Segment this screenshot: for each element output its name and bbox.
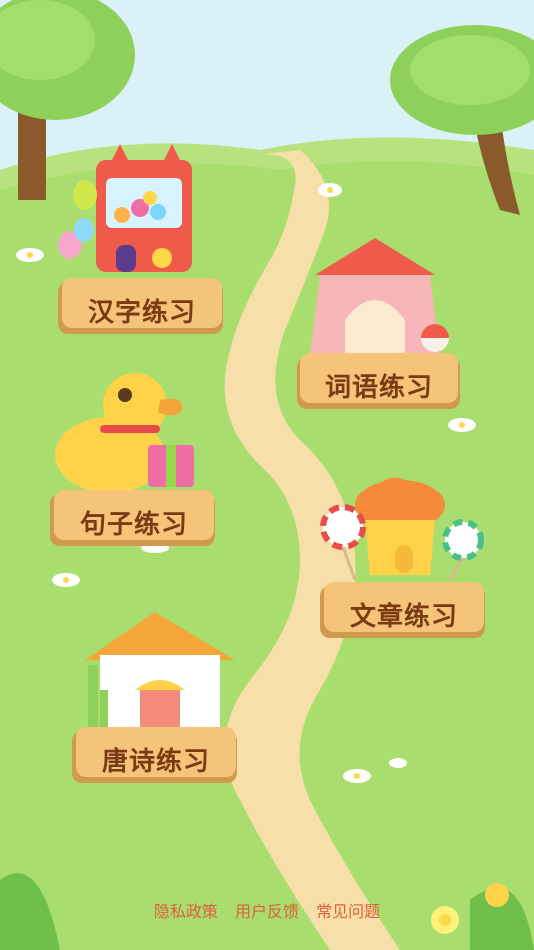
menu-wenzhang-practice[interactable]: 文章练习 — [324, 582, 484, 632]
menu-label: 唐诗练习 — [101, 747, 210, 777]
footer-links: 隐私政策 用户反馈 常见问题 — [0, 898, 534, 922]
app-screen: 汉字练习 词语练习 句子练习 文章练习 唐诗练习 隐私政策 用户反馈 常见问题 — [0, 0, 534, 950]
user-feedback-link[interactable]: 用户反馈 — [235, 902, 299, 921]
privacy-policy-link[interactable]: 隐私政策 — [154, 902, 218, 921]
menu-label: 句子练习 — [79, 510, 188, 540]
menu-hanzi-practice[interactable]: 汉字练习 — [62, 278, 222, 328]
menu-ciyu-practice[interactable]: 词语练习 — [300, 353, 458, 403]
menu-tangshi-practice[interactable]: 唐诗练习 — [76, 727, 236, 777]
scene-background — [0, 0, 534, 950]
menu-label: 词语练习 — [324, 373, 433, 403]
menu-juzi-practice[interactable]: 句子练习 — [54, 490, 214, 540]
faq-link[interactable]: 常见问题 — [316, 902, 380, 921]
menu-label: 文章练习 — [349, 602, 458, 632]
menu-label: 汉字练习 — [87, 298, 196, 328]
